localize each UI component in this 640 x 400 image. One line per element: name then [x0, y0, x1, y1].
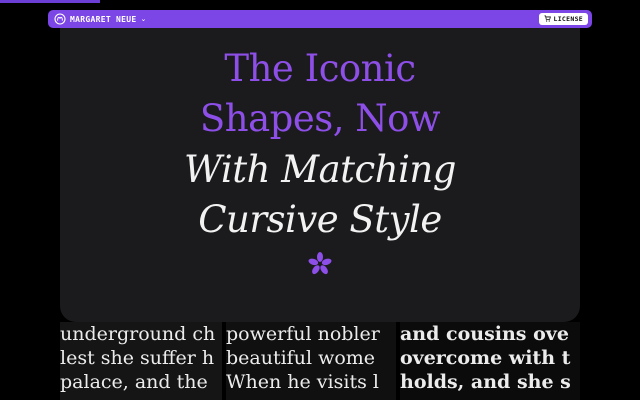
license-label: LICENSE	[553, 15, 583, 23]
license-button[interactable]: LICENSE	[538, 13, 588, 25]
specimen-line: and cousins ove	[400, 323, 569, 345]
hero-line-3: With Matching	[184, 148, 456, 191]
hero-line-4: Cursive Style	[198, 198, 442, 241]
font-name: MARGARET NEUE	[70, 14, 137, 24]
specimen-line: palace, and the	[60, 371, 208, 393]
brand-logo-icon	[54, 13, 66, 25]
specimen-line: beautiful wome	[226, 347, 376, 369]
specimen-line: When he visits l	[226, 371, 379, 393]
chevron-down-icon: ⌄	[140, 14, 147, 23]
page: MARGARET NEUE ⌄ LICENSE The Iconic Shape…	[0, 0, 640, 400]
top-progress-bar	[0, 0, 100, 3]
hero-line-2: Shapes, Now	[199, 97, 441, 140]
specimen-column-1: underground ch lest she suffer h palace,…	[60, 322, 222, 400]
hero-card: The Iconic Shapes, Now With Matching Cur…	[60, 28, 580, 322]
specimen-column-2: powerful nobler beautiful wome When he v…	[226, 322, 396, 400]
specimen-line: lest she suffer h	[60, 347, 215, 369]
hero-line-1: The Iconic	[224, 47, 416, 90]
specimen-column-3: and cousins ove overcome with t holds, a…	[400, 322, 580, 400]
font-switcher[interactable]: MARGARET NEUE ⌄	[54, 13, 146, 25]
asterisk-icon	[307, 251, 333, 277]
specimen-line: holds, and she s	[400, 371, 571, 393]
cart-icon	[543, 14, 551, 24]
top-navbar: MARGARET NEUE ⌄ LICENSE	[48, 10, 592, 28]
specimen-line: overcome with t	[400, 347, 571, 369]
specimen-line: underground ch	[60, 323, 216, 345]
specimen-line: powerful nobler	[226, 323, 380, 345]
